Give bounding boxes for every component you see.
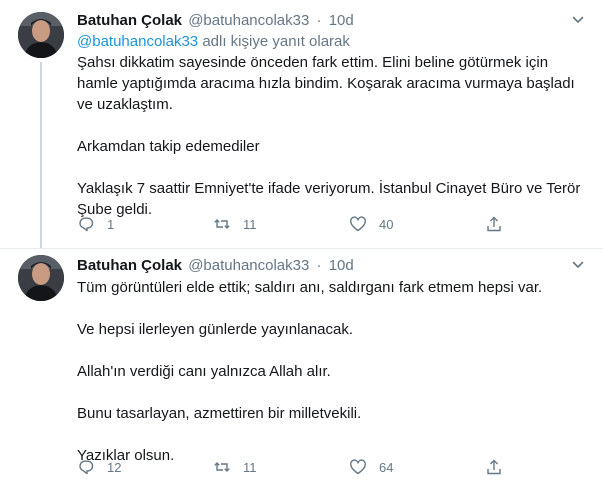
retweet-count: 11 xyxy=(243,459,257,475)
retweet-icon xyxy=(214,461,230,473)
share-button[interactable] xyxy=(485,455,503,479)
separator-dot: · xyxy=(316,12,322,29)
tweet-paragraph: Bunu tasarlayan, azmettiren bir milletve… xyxy=(77,405,362,422)
share-icon xyxy=(487,216,501,232)
chevron-down-icon[interactable] xyxy=(571,12,585,26)
avatar[interactable] xyxy=(18,12,64,58)
tweet-timestamp[interactable]: 10d xyxy=(329,257,354,274)
reply-count: 12 xyxy=(107,459,122,475)
chevron-down-icon[interactable] xyxy=(571,257,585,271)
retweet-icon xyxy=(214,218,230,230)
author-name[interactable]: Batuhan Çolak xyxy=(77,257,182,274)
reply-button[interactable]: 1 xyxy=(77,212,114,236)
tweet-header: Batuhan Çolak @batuhancolak33 · 10d xyxy=(77,10,585,32)
heart-icon xyxy=(350,459,366,475)
tweet-content: Batuhan Çolak @batuhancolak33 · 10d @bat… xyxy=(77,10,585,220)
avatar[interactable] xyxy=(18,255,64,301)
like-button[interactable]: 40 xyxy=(349,212,393,236)
share-button[interactable] xyxy=(485,212,503,236)
tweet-paragraph: Ve hepsi ilerleyen günlerde yayınlanacak… xyxy=(77,321,354,338)
tweet-text: Tüm görüntüleri elde ettik; saldırı anı,… xyxy=(77,277,585,466)
tweet-paragraph: Arkamdan takip edemediler xyxy=(77,138,260,155)
reply-context: @batuhancolak33 adlı kişiye yanıt olarak xyxy=(77,32,585,52)
share-icon xyxy=(487,459,501,475)
retweet-button[interactable]: 11 xyxy=(213,212,257,236)
thread-line xyxy=(40,62,42,248)
tweet-content: Batuhan Çolak @batuhancolak33 · 10d Tüm … xyxy=(77,255,585,466)
reply-count: 1 xyxy=(107,216,115,232)
tweet[interactable]: Batuhan Çolak @batuhancolak33 · 10d @bat… xyxy=(0,0,603,248)
tweet-header: Batuhan Çolak @batuhancolak33 · 10d xyxy=(77,255,585,277)
reply-mention-link[interactable]: @batuhancolak33 xyxy=(77,33,198,50)
author-handle[interactable]: @batuhancolak33 xyxy=(188,12,309,29)
tweet-paragraph: Şahsı dikkatim sayesinde önceden fark et… xyxy=(77,54,575,113)
tweet-timestamp[interactable]: 10d xyxy=(329,12,354,29)
tweet[interactable]: Batuhan Çolak @batuhancolak33 · 10d Tüm … xyxy=(0,248,603,483)
reply-icon xyxy=(79,217,94,232)
author-name[interactable]: Batuhan Çolak xyxy=(77,12,182,29)
tweet-actions: 1 11 40 xyxy=(77,212,507,236)
like-count: 40 xyxy=(379,216,394,232)
author-handle[interactable]: @batuhancolak33 xyxy=(188,257,309,274)
reply-button[interactable]: 12 xyxy=(77,455,121,479)
reply-icon xyxy=(79,460,94,475)
like-count: 64 xyxy=(379,459,394,475)
reply-context-text: adlı kişiye yanıt olarak xyxy=(198,33,350,50)
separator-dot: · xyxy=(316,257,322,274)
like-button[interactable]: 64 xyxy=(349,455,393,479)
heart-icon xyxy=(350,216,366,232)
tweet-paragraph: Allah'ın verdiği canı yalnızca Allah alı… xyxy=(77,363,331,380)
retweet-count: 11 xyxy=(243,216,257,232)
tweet-actions: 12 11 64 xyxy=(77,455,507,479)
retweet-button[interactable]: 11 xyxy=(213,455,257,479)
tweet-paragraph: Tüm görüntüleri elde ettik; saldırı anı,… xyxy=(77,279,543,296)
tweet-text: Şahsı dikkatim sayesinde önceden fark et… xyxy=(77,52,585,220)
